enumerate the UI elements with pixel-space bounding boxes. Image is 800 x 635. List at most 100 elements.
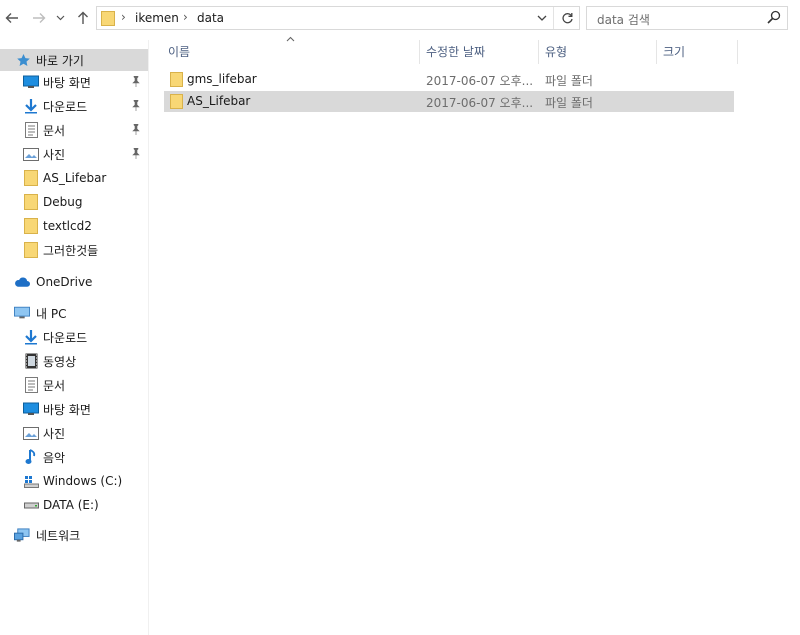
sidebar-item-label: 음악: [43, 450, 66, 465]
file-row-selected[interactable]: AS_Lifebar 2017-06-07 오후... 파일 폴더: [164, 91, 734, 112]
download-icon: [23, 98, 39, 114]
pictures-icon: [23, 425, 39, 441]
file-type: 파일 폴더: [545, 74, 593, 88]
sidebar-item-pc-downloads[interactable]: 다운로드: [0, 326, 148, 348]
document-icon: [23, 377, 39, 393]
sidebar-item-label: AS_Lifebar: [43, 171, 107, 185]
sidebar-item-label: 문서: [43, 378, 66, 393]
file-row[interactable]: gms_lifebar 2017-06-07 오후... 파일 폴더: [164, 69, 734, 90]
breadcrumb-ikemen[interactable]: ikemen: [135, 11, 179, 25]
sidebar-item-pc-desktop[interactable]: 바탕 화면: [0, 398, 148, 420]
sidebar-item-label: 바탕 화면: [43, 75, 91, 90]
file-name: gms_lifebar: [187, 72, 257, 86]
star-icon: [15, 52, 31, 68]
sidebar-item-label: 바로 가기: [36, 53, 84, 68]
pin-icon[interactable]: [131, 75, 141, 90]
network-icon: [14, 527, 30, 543]
arrow-up-icon[interactable]: [74, 9, 92, 27]
sidebar-item-music[interactable]: 음악: [0, 446, 148, 468]
sidebar-item-downloads[interactable]: 다운로드: [0, 95, 148, 117]
sidebar-item-label: 네트워크: [36, 528, 81, 543]
sidebar-item-videos[interactable]: 동영상: [0, 350, 148, 372]
search-icon[interactable]: [767, 10, 781, 28]
column-header-name[interactable]: 이름: [168, 38, 190, 64]
pin-icon[interactable]: [131, 123, 141, 138]
sidebar-item-debug[interactable]: Debug: [0, 191, 148, 213]
search-box[interactable]: data 검색: [586, 6, 788, 30]
column-header-type[interactable]: 유형: [545, 38, 567, 64]
pin-icon[interactable]: [131, 147, 141, 162]
navigation-pane: 바로 가기 바탕 화면 다운로드 문서 사진 AS_Lifebar Debug …: [0, 40, 149, 635]
sidebar-item-quick-access[interactable]: 바로 가기: [0, 49, 148, 71]
sidebar-item-documents[interactable]: 문서: [0, 119, 148, 141]
sidebar-item-label: Debug: [43, 195, 83, 209]
sidebar-item-label: OneDrive: [36, 275, 93, 289]
file-list: 이름 수정한 날짜 유형 크기 gms_lifebar 2017-06-07 오…: [149, 35, 800, 635]
column-divider[interactable]: [737, 40, 738, 64]
arrow-left-icon[interactable]: [3, 9, 21, 27]
sidebar-item-pictures[interactable]: 사진: [0, 143, 148, 165]
sidebar-item-pc-documents[interactable]: 문서: [0, 374, 148, 396]
address-bar[interactable]: › ikemen › data: [96, 6, 580, 30]
desktop-icon: [23, 401, 39, 417]
sidebar-item-this-pc[interactable]: 내 PC: [0, 302, 148, 324]
pictures-icon: [23, 146, 39, 162]
sidebar-item-label: 문서: [43, 123, 66, 138]
file-date: 2017-06-07 오후...: [426, 96, 534, 110]
sidebar-item-as-lifebar[interactable]: AS_Lifebar: [0, 167, 148, 189]
sort-ascending-icon: [286, 35, 295, 45]
chevron-down-icon[interactable]: [537, 10, 547, 29]
arrow-right-icon[interactable]: [30, 9, 48, 27]
computer-icon: [14, 305, 30, 321]
file-date: 2017-06-07 오후...: [426, 74, 534, 88]
folder-icon: [23, 242, 39, 258]
sidebar-item-data-e[interactable]: DATA (E:): [0, 494, 148, 516]
document-icon: [23, 122, 39, 138]
chevron-down-icon[interactable]: [54, 9, 66, 27]
sidebar-item-windows-c[interactable]: Windows (C:): [0, 470, 148, 492]
sidebar-item-label: textlcd2: [43, 219, 92, 233]
sidebar-item-label: 다운로드: [43, 99, 88, 114]
sidebar-item-desktop[interactable]: 바탕 화면: [0, 71, 148, 93]
folder-icon: [101, 11, 115, 29]
folder-icon: [170, 94, 183, 112]
sidebar-item-onedrive[interactable]: OneDrive: [0, 271, 148, 293]
sidebar-item-label: 다운로드: [43, 330, 88, 345]
sidebar-item-label: 사진: [43, 147, 66, 162]
column-header-date[interactable]: 수정한 날짜: [426, 38, 485, 64]
sidebar-item-folder-korean[interactable]: 그러한것들: [0, 239, 148, 261]
chevron-right-icon[interactable]: ›: [183, 10, 188, 24]
sidebar-item-label: 그러한것들: [43, 243, 99, 258]
pin-icon[interactable]: [131, 99, 141, 114]
breadcrumb-data[interactable]: data: [197, 11, 224, 25]
column-header-size[interactable]: 크기: [663, 38, 685, 64]
desktop-icon: [23, 74, 39, 90]
file-name: AS_Lifebar: [187, 94, 251, 108]
sidebar-item-textlcd2[interactable]: textlcd2: [0, 215, 148, 237]
chevron-right-icon[interactable]: ›: [121, 10, 126, 24]
navigation-bar: › ikemen › data data 검색: [0, 0, 800, 38]
drive-icon: [23, 497, 39, 513]
file-type: 파일 폴더: [545, 96, 593, 110]
windows-drive-icon: [23, 473, 39, 489]
sidebar-item-label: 사진: [43, 426, 66, 441]
folder-icon: [170, 72, 183, 90]
refresh-icon[interactable]: [553, 7, 580, 29]
sidebar-item-label: Windows (C:): [43, 474, 123, 488]
sidebar-item-pc-pictures[interactable]: 사진: [0, 422, 148, 444]
folder-icon: [23, 170, 39, 186]
column-divider[interactable]: [538, 40, 539, 64]
folder-icon: [23, 194, 39, 210]
video-icon: [23, 353, 39, 369]
column-divider[interactable]: [656, 40, 657, 64]
sidebar-item-label: DATA (E:): [43, 498, 99, 512]
folder-icon: [23, 218, 39, 234]
sidebar-item-label: 바탕 화면: [43, 402, 91, 417]
column-divider[interactable]: [419, 40, 420, 64]
sidebar-item-label: 내 PC: [36, 306, 67, 321]
cloud-icon: [14, 274, 30, 290]
music-icon: [23, 449, 39, 465]
search-placeholder[interactable]: data 검색: [597, 11, 650, 28]
sidebar-item-label: 동영상: [43, 354, 77, 369]
sidebar-item-network[interactable]: 네트워크: [0, 524, 148, 546]
